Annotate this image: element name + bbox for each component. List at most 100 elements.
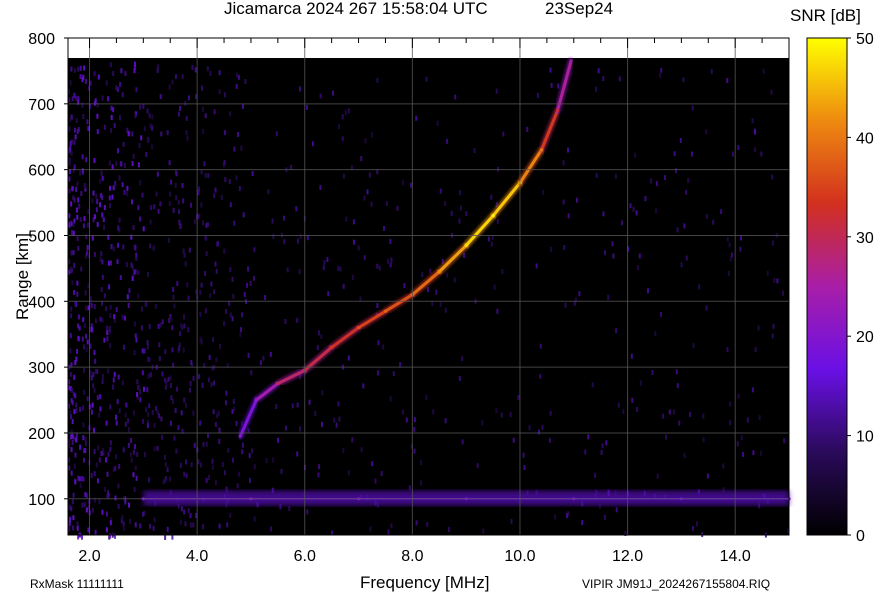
noise-speck <box>426 522 429 527</box>
noise-speck <box>502 131 505 137</box>
noise-speck <box>374 478 377 484</box>
noise-speck <box>214 422 217 427</box>
noise-speck <box>722 463 725 469</box>
noise-speck <box>169 383 172 388</box>
noise-speck <box>495 408 498 414</box>
noise-speck <box>187 327 190 333</box>
noise-speck <box>94 369 97 374</box>
noise-speck <box>673 151 676 157</box>
noise-speck <box>680 262 683 268</box>
noise-speck <box>213 380 216 386</box>
noise-speck <box>762 68 765 74</box>
noise-speck <box>453 277 456 283</box>
noise-speck <box>338 124 340 129</box>
noise-speck <box>773 277 776 283</box>
noise-speck <box>283 215 285 221</box>
noise-speck <box>93 252 96 257</box>
noise-speck <box>121 92 124 98</box>
noise-speck <box>164 462 167 467</box>
noise-speck <box>241 442 244 448</box>
noise-speck <box>84 492 87 497</box>
noise-speck <box>209 71 212 76</box>
noise-speck <box>237 471 240 477</box>
noise-speck <box>145 151 148 157</box>
noise-speck <box>665 434 667 440</box>
noise-speck <box>92 190 95 196</box>
noise-speck <box>169 476 172 482</box>
noise-speck <box>389 262 392 268</box>
noise-speck <box>550 82 553 88</box>
noise-speck <box>102 217 105 223</box>
noise-speck <box>208 474 210 480</box>
noise-speck <box>377 370 379 376</box>
noise-speck <box>81 336 84 342</box>
noise-speck <box>70 470 73 476</box>
noise-speck <box>654 331 657 337</box>
noise-speck <box>676 383 679 389</box>
noise-speck <box>218 70 221 76</box>
noise-speck <box>327 291 330 297</box>
noise-speck <box>79 74 82 79</box>
noise-speck <box>218 523 221 529</box>
noise-speck <box>131 199 133 205</box>
noise-speck <box>727 271 730 276</box>
noise-speck <box>91 235 94 241</box>
noise-speck <box>110 260 112 266</box>
noise-speck <box>69 333 72 339</box>
noise-speck <box>143 386 145 392</box>
noise-speck <box>223 470 226 476</box>
noise-speck <box>490 241 493 247</box>
noise-speck <box>109 520 112 526</box>
noise-speck <box>587 434 590 440</box>
noise-speck <box>705 129 708 135</box>
noise-speck <box>160 416 163 422</box>
noise-speck <box>660 67 663 73</box>
noise-speck <box>601 443 604 449</box>
noise-speck <box>180 223 183 229</box>
noise-speck <box>751 118 754 124</box>
noise-speck <box>86 119 89 125</box>
noise-speck <box>564 302 567 308</box>
noise-speck <box>83 502 86 508</box>
noise-speck <box>71 419 74 425</box>
noise-speck <box>341 136 344 142</box>
noise-speck <box>232 293 235 299</box>
noise-speck <box>145 301 148 307</box>
noise-speck <box>117 483 120 489</box>
noise-speck <box>179 519 182 525</box>
noise-speck <box>76 349 78 354</box>
noise-speck <box>130 457 133 463</box>
noise-speck <box>567 213 570 219</box>
noise-speck <box>124 421 127 427</box>
noise-speck <box>127 442 130 448</box>
noise-speck <box>73 290 76 295</box>
noise-speck <box>563 245 566 250</box>
noise-speck <box>119 115 121 121</box>
noise-speck <box>731 151 734 157</box>
noise-speck <box>331 90 334 96</box>
noise-speck <box>68 526 71 532</box>
noise-speck <box>425 76 428 82</box>
colorbar-tick-label: 50 <box>856 31 874 48</box>
noise-speck <box>71 230 74 236</box>
noise-speck <box>705 214 708 219</box>
noise-speck <box>202 220 204 226</box>
noise-speck <box>82 405 85 411</box>
noise-speck <box>76 181 79 187</box>
noise-speck <box>69 80 72 86</box>
noise-speck <box>465 211 468 217</box>
noise-speck <box>106 511 108 517</box>
ionogram-chart: 2.0 4.0 6.0 8.0 10.0 12.0 14.0 100200300400500… <box>28 31 874 565</box>
noise-speck <box>71 280 74 286</box>
noise-speck <box>164 454 166 460</box>
noise-speck <box>249 478 251 483</box>
noise-speck <box>522 452 525 458</box>
noise-speck <box>193 219 196 225</box>
noise-speck <box>210 281 213 287</box>
noise-speck <box>458 218 461 224</box>
noise-speck <box>82 74 85 80</box>
noise-speck <box>203 161 206 167</box>
noise-speck <box>685 189 688 195</box>
x-axis-label: Frequency [MHz] <box>360 573 490 592</box>
noise-speck <box>114 465 117 471</box>
